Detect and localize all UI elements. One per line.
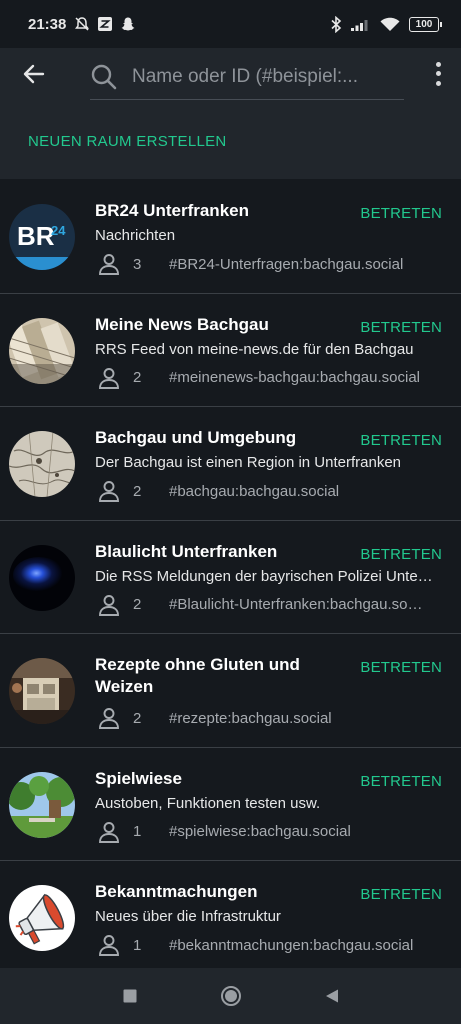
room-description: Der Bachgau ist einen Region in Unterfra… (95, 454, 402, 471)
member-count: 1 (133, 823, 142, 840)
room-name: Rezepte ohne Gluten und Weizen (95, 655, 300, 696)
user-icon (99, 254, 119, 275)
back-button[interactable] (20, 60, 48, 88)
search-header: NEUEN RAUM ERSTELLEN (0, 48, 461, 179)
room-avatar: BR 24 (9, 204, 75, 270)
back-triangle-icon[interactable] (324, 988, 340, 1004)
join-button[interactable]: BETRETEN (360, 319, 442, 336)
join-button[interactable]: BETRETEN (360, 886, 442, 903)
room-name: Bachgau und Umgebung (95, 428, 297, 447)
user-icon (99, 594, 119, 616)
room-description: RRS Feed von meine-news.de für den Bachg… (95, 340, 414, 358)
member-count: 2 (133, 709, 142, 727)
room-meta: 3 #BR24-Unterfragen:bachgau.social (97, 252, 437, 276)
room-alias: #BR24-Unterfragen:bachgau.social (169, 255, 404, 273)
room-meta: 2 #rezepte:bachgau.social (97, 706, 437, 730)
room-description: Neues über die Infrastruktur (95, 908, 281, 925)
bluetooth-icon (331, 15, 342, 33)
user-icon (99, 935, 119, 956)
snapchat-icon (121, 17, 135, 31)
back-arrow-icon (23, 64, 45, 84)
room-item[interactable]: Meine News Bachgau BETRETEN RRS Feed von… (0, 294, 461, 407)
member-count: 3 (133, 255, 142, 273)
room-name: Blaulicht Unterfranken (95, 541, 278, 561)
more-vertical-icon (435, 62, 441, 68)
svg-text:BR: BR (17, 221, 55, 251)
room-meta: 2 #meinenews-bachgau:bachgau.social (97, 366, 437, 390)
room-name: Bekanntmachungen (95, 882, 258, 901)
join-button[interactable]: BETRETEN (360, 432, 442, 449)
status-bar: 21:38 100 (0, 0, 461, 48)
member-count: 1 (133, 936, 142, 954)
room-name: Meine News Bachgau (95, 314, 269, 334)
join-button[interactable]: BETRETEN (360, 546, 442, 563)
status-left-icons (74, 16, 136, 32)
br24-logo-icon: BR 24 (9, 204, 75, 270)
megaphone-icon (9, 885, 75, 951)
create-room-button[interactable]: NEUEN RAUM ERSTELLEN (28, 133, 227, 150)
member-count: 2 (133, 482, 142, 500)
join-button[interactable]: BETRETEN (360, 773, 442, 790)
blue-light-photo-icon (9, 544, 75, 611)
room-meta: 1 #bekanntmachungen:bachgau.social (97, 933, 437, 957)
room-avatar (9, 544, 75, 611)
recents-square-icon[interactable] (122, 988, 138, 1004)
room-alias: #rezepte:bachgau.social (169, 709, 332, 727)
wifi-icon (380, 17, 400, 31)
room-item[interactable]: Bachgau und Umgebung BETRETEN Der Bachga… (0, 407, 461, 521)
room-avatar (9, 317, 75, 384)
silent-bell-icon (75, 17, 90, 31)
room-name: BR24 Unterfranken (95, 201, 249, 220)
room-list: BR 24 BR24 Unterfranken BETRETEN Nachric… (0, 180, 461, 968)
user-icon (99, 708, 119, 729)
status-time: 21:38 (28, 15, 67, 33)
park-photo-icon (9, 771, 75, 838)
room-avatar (9, 658, 75, 724)
join-button[interactable]: BETRETEN (360, 205, 442, 222)
user-icon (99, 481, 119, 502)
room-item[interactable]: Bekanntmachungen BETRETEN Neues über die… (0, 861, 461, 968)
room-avatar (9, 885, 75, 951)
search-icon (91, 64, 117, 89)
room-name: Spielwiese (95, 768, 182, 788)
room-alias: #bekanntmachungen:bachgau.social (169, 936, 414, 954)
room-alias: #meinenews-bachgau:bachgau.social (169, 369, 421, 386)
overflow-menu-button[interactable] (433, 60, 443, 88)
app-notification-icon (98, 17, 113, 31)
room-description: Austoben, Funktionen testen usw. (95, 794, 321, 812)
system-nav-bar (0, 968, 461, 1024)
room-avatar (9, 771, 75, 838)
kitchen-photo-icon (9, 658, 75, 724)
room-meta: 2 #bachgau:bachgau.social (97, 479, 437, 503)
search-input[interactable] (132, 65, 384, 88)
search-bar[interactable] (90, 54, 404, 100)
join-button[interactable]: BETRETEN (360, 659, 442, 676)
room-item[interactable]: BR 24 BR24 Unterfranken BETRETEN Nachric… (0, 180, 461, 294)
room-meta: 1 #spielwiese:bachgau.social (97, 820, 437, 844)
room-alias: #Blaulicht-Unterfranken:bachgau.social (169, 596, 429, 613)
old-map-photo-icon (9, 431, 75, 497)
svg-text:24: 24 (51, 223, 66, 238)
battery-indicator: 100 (409, 16, 442, 32)
room-avatar (9, 431, 75, 497)
room-alias: #spielwiese:bachgau.social (169, 823, 351, 840)
room-alias: #bachgau:bachgau.social (169, 482, 340, 500)
member-count: 2 (133, 369, 142, 386)
home-circle-icon[interactable] (220, 985, 242, 1007)
room-item[interactable]: Blaulicht Unterfranken BETRETEN Die RSS … (0, 521, 461, 634)
room-meta: 2 #Blaulicht-Unterfranken:bachgau.social (97, 593, 437, 617)
member-count: 2 (133, 596, 142, 613)
newspapers-photo-icon (9, 317, 75, 384)
user-icon (99, 367, 119, 389)
status-right-icons: 100 (330, 15, 442, 33)
room-item[interactable]: Spielwiese BETRETEN Austoben, Funktionen… (0, 748, 461, 861)
room-item[interactable]: Rezepte ohne Gluten und Weizen BETRETEN … (0, 634, 461, 748)
signal-icon (351, 20, 368, 31)
room-description: Die RSS Meldungen der bayrischen Polizei… (95, 567, 435, 585)
room-description: Nachrichten (95, 227, 176, 244)
user-icon (99, 821, 119, 843)
